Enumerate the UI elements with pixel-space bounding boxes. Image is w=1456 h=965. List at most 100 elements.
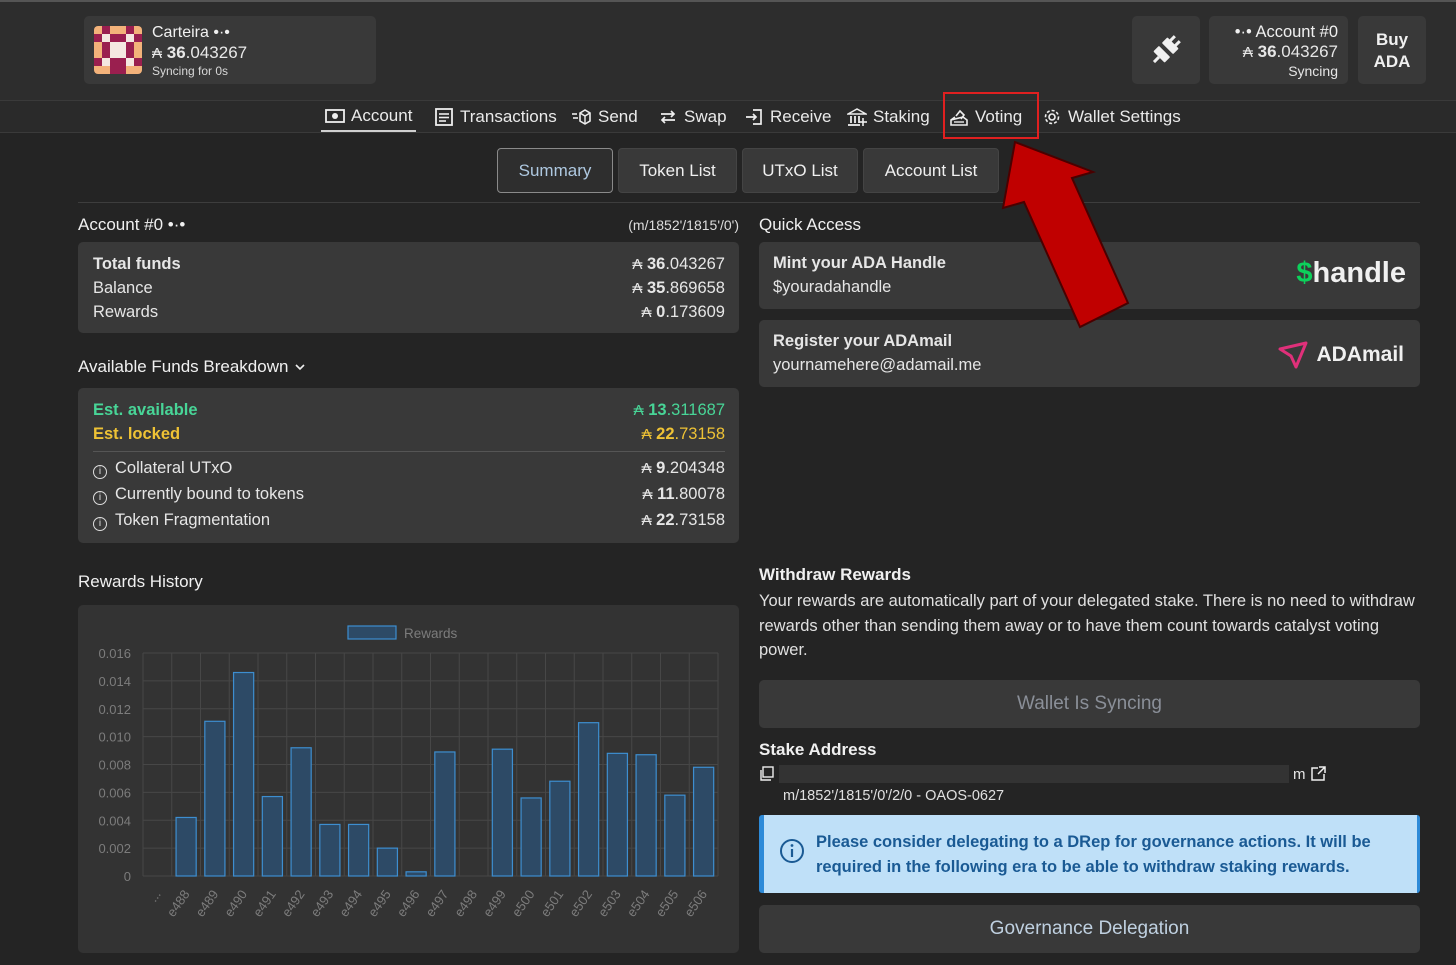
derivation-path: (m/1852'/1815'/0') [628, 217, 739, 233]
wallet-name: Carteira [152, 24, 209, 41]
handle-logo-symbol: $ [1296, 257, 1313, 289]
account-balance: ₳ 36.043267 [1209, 42, 1338, 62]
nav-staking[interactable]: Staking [847, 101, 930, 132]
balance-int: 35 [646, 279, 666, 297]
account-label: Account #0 [1255, 23, 1338, 41]
x-tick-label: e499 [480, 887, 509, 919]
divider [78, 202, 1420, 203]
bar [664, 794, 686, 877]
est-locked-int: 22 [656, 425, 675, 443]
account-selector[interactable]: •·• Account #0 ₳ 36.043267 Syncing [1209, 16, 1348, 84]
ada-symbol: ₳ [633, 402, 644, 419]
x-tick-label: e504 [624, 887, 653, 919]
fragmentation-dec: .73158 [674, 511, 725, 529]
withdraw-title: Withdraw Rewards [759, 565, 911, 584]
connection-button[interactable] [1132, 16, 1200, 84]
balance-dec: .869658 [665, 279, 725, 297]
y-tick-label: 0.006 [98, 785, 131, 800]
wallet-card[interactable]: Carteira •·• ₳ 36.043267 Syncing for 0s [84, 16, 376, 84]
nav-transactions[interactable]: Transactions [434, 101, 557, 132]
copy-icon[interactable] [759, 766, 775, 782]
x-tick-label: e493 [307, 887, 336, 919]
x-tick-label: e496 [394, 887, 423, 919]
x-tick-label: e488 [164, 887, 193, 919]
nav-account-label: Account [351, 105, 413, 125]
governance-delegation-button[interactable]: Governance Delegation [759, 905, 1420, 953]
info-icon[interactable]: i [93, 465, 107, 479]
fragmentation-label-text: Token Fragmentation [115, 511, 271, 529]
x-tick-label: e501 [537, 887, 566, 919]
bar [549, 780, 571, 877]
bar [405, 871, 427, 877]
info-icon[interactable]: i [93, 491, 107, 505]
withdraw-text: Your rewards are automatically part of y… [759, 592, 1415, 659]
x-tick-label: e505 [652, 887, 681, 919]
tab-utxo-list[interactable]: UTxO List [742, 148, 858, 193]
chevron-down-icon [295, 364, 306, 371]
ada-symbol: ₳ [641, 512, 652, 529]
ada-symbol: ₳ [642, 486, 653, 503]
info-icon[interactable]: i [93, 517, 107, 531]
rewards-chart: 0 0.002 0.004 0.006 0.008 0.010 0.012 0.014 0.01… [98, 625, 719, 919]
bar [577, 722, 600, 877]
nav-wallet-settings[interactable]: Wallet Settings [1042, 101, 1181, 132]
bound-tokens-dec: .80078 [674, 485, 725, 503]
est-locked-label: Est. locked [93, 425, 181, 443]
bar [606, 752, 629, 877]
main-nav: Account Transactions Send Swap Receive S… [0, 100, 1456, 133]
x-tick-label: e489 [192, 887, 221, 919]
stake-address-redacted [779, 765, 1289, 783]
account-balance-int: 36 [1257, 42, 1277, 61]
breakdown-toggle[interactable]: Available Funds Breakdown [78, 357, 306, 377]
total-funds-int: 36 [646, 255, 666, 273]
ada-symbol: ₳ [1242, 44, 1253, 61]
y-tick-label: 0.012 [98, 702, 131, 717]
adamail-logo-text: ADAmail [1316, 343, 1404, 366]
nav-account[interactable]: Account [321, 101, 417, 132]
y-tick-label: 0.016 [98, 646, 131, 661]
account-dots: •·• [1234, 23, 1252, 41]
x-tick-label: e494 [336, 887, 365, 919]
balance-label: Balance [93, 279, 153, 297]
send-icon [572, 108, 591, 125]
nav-receive-label: Receive [770, 106, 832, 126]
bar [376, 847, 399, 877]
x-tick-label: e497 [422, 887, 451, 919]
rewards-value: ₳ 0.173609 [642, 303, 725, 322]
total-funds-value: ₳ 36.043267 [632, 255, 725, 274]
handle-subtitle: $youradahandle [773, 278, 892, 296]
collateral-value: ₳ 9.204348 [642, 459, 725, 478]
external-link-icon[interactable] [1310, 766, 1326, 782]
tab-summary[interactable]: Summary [497, 148, 613, 193]
nav-swap[interactable]: Swap [658, 101, 727, 132]
info-circle-icon [780, 839, 804, 863]
x-tick-label: e502 [566, 887, 595, 919]
drep-notice: Please consider delegating to a DRep for… [759, 815, 1420, 893]
bar [635, 754, 657, 877]
bar [175, 816, 197, 877]
legend-label: Rewards [404, 626, 458, 641]
wallet-balance-dec: .043267 [185, 43, 248, 62]
bar [261, 795, 284, 877]
wallet-avatar [94, 26, 142, 74]
adamail-subtitle: yournamehere@adamail.me [773, 356, 982, 374]
buy-label: Buy [1375, 30, 1409, 49]
nav-send[interactable]: Send [572, 101, 638, 132]
receive-icon [746, 108, 762, 125]
wallet-syncing-button[interactable]: Wallet Is Syncing [759, 680, 1420, 728]
nav-receive[interactable]: Receive [744, 101, 831, 132]
buy-ada-button[interactable]: Buy ADA [1358, 16, 1426, 84]
bar [204, 720, 226, 877]
ada-symbol: ₳ [632, 256, 643, 273]
breakdown-card: Est. available ₳ 13.311687 Est. locked ₳… [78, 388, 739, 543]
breakdown-title: Available Funds Breakdown [78, 357, 289, 376]
ada-symbol: ₳ [641, 426, 652, 443]
bar [232, 671, 255, 877]
tab-token-list[interactable]: Token List [618, 148, 737, 193]
collateral-label-text: Collateral UTxO [115, 459, 233, 477]
x-tick-label: ... [145, 887, 164, 904]
tab-account-list[interactable]: Account List [863, 148, 999, 193]
ada-label: ADA [1373, 52, 1411, 71]
bar [692, 766, 715, 877]
y-tick-label: 0.010 [98, 730, 131, 745]
